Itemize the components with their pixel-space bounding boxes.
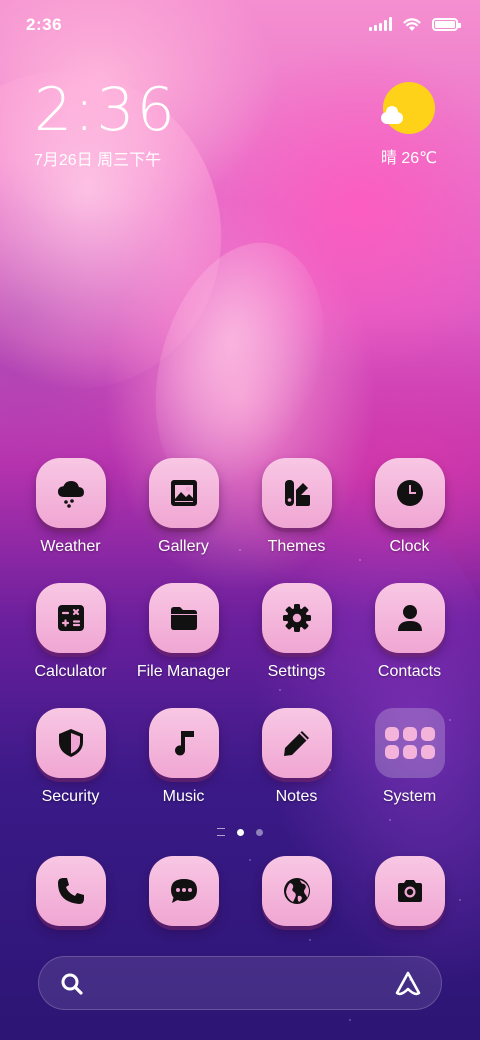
dock-browser[interactable] (240, 856, 353, 926)
folder-grid-icon (374, 708, 445, 778)
message-icon (170, 879, 197, 903)
dock-messages[interactable] (127, 856, 240, 926)
clock-widget[interactable]: 2:36 7月26日 周三下午 (34, 80, 177, 170)
pencil-icon (283, 731, 309, 756)
widget-date: 7月26日 周三下午 (34, 152, 162, 169)
app-label: Settings (267, 663, 326, 680)
app-label: Notes (275, 788, 318, 805)
wifi-icon (403, 18, 421, 31)
shield-icon (58, 729, 83, 757)
widget-time: 2:36 (34, 75, 177, 145)
app-notes[interactable]: Notes (240, 708, 353, 806)
clock-icon (396, 480, 423, 506)
app-file-manager[interactable]: File Manager (127, 583, 240, 681)
page-dot-active (237, 828, 244, 836)
app-label: Themes (267, 538, 326, 555)
gear-icon (282, 604, 311, 632)
cloud-rain-icon (57, 481, 84, 508)
calculator-icon (57, 605, 84, 631)
dock-camera[interactable] (353, 856, 466, 926)
weather-text: 晴 26℃ (380, 150, 438, 167)
status-icons (369, 16, 461, 32)
status-time: 2:36 (26, 15, 63, 34)
app-music[interactable]: Music (127, 708, 240, 806)
app-label: Contacts (377, 663, 442, 680)
search-bar[interactable] (38, 956, 442, 1010)
assistant-icon[interactable] (393, 969, 423, 999)
app-themes[interactable]: Themes (240, 458, 353, 556)
app-security[interactable]: Security (14, 708, 127, 806)
phone-icon (57, 878, 84, 904)
camera-icon (397, 880, 422, 902)
globe-icon (283, 878, 310, 904)
app-folder-system[interactable]: System (353, 708, 466, 806)
image-icon (170, 480, 197, 506)
person-icon (397, 605, 422, 631)
status-bar: 2:36 (0, 0, 480, 50)
app-label: Gallery (158, 538, 209, 555)
app-settings[interactable]: Settings (240, 583, 353, 681)
app-label: File Manager (136, 663, 231, 680)
app-gallery[interactable]: Gallery (127, 458, 240, 556)
signal-icon (369, 17, 392, 31)
app-contacts[interactable]: Contacts (353, 583, 466, 681)
page-list-icon (217, 828, 225, 836)
page-dot (256, 828, 263, 836)
app-label: System (382, 788, 437, 805)
folder-icon (170, 607, 197, 630)
app-clock[interactable]: Clock (353, 458, 466, 556)
app-label: Calculator (34, 663, 107, 680)
dock-phone[interactable] (14, 856, 127, 926)
app-label: Music (162, 788, 205, 805)
app-label: Clock (389, 538, 430, 555)
weather-widget[interactable]: 晴 26℃ (374, 82, 444, 168)
app-calculator[interactable]: Calculator (14, 583, 127, 681)
sunny-partly-cloudy-icon (381, 82, 435, 134)
app-weather[interactable]: Weather (14, 458, 127, 556)
battery-icon (432, 17, 461, 31)
app-label: Security (41, 788, 100, 805)
page-indicator[interactable] (0, 828, 480, 836)
music-note-icon (174, 731, 194, 756)
search-icon[interactable] (59, 971, 85, 997)
themes-icon (284, 480, 310, 506)
app-label: Weather (40, 538, 101, 555)
